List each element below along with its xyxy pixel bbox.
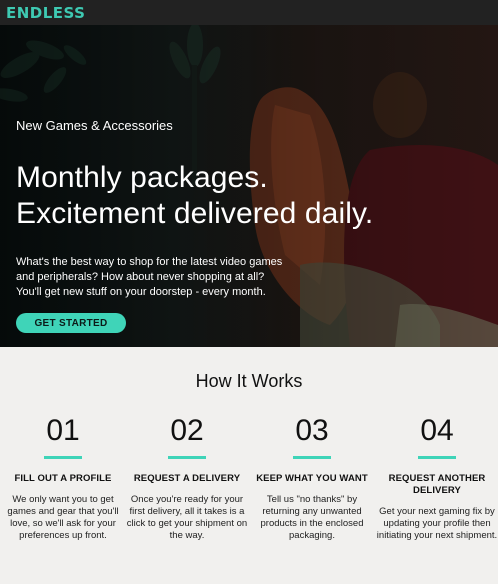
step-number: 01: [46, 414, 80, 447]
description-line-2: and peripherals? How about never shoppin…: [16, 271, 265, 283]
step-3: 03 KEEP WHAT YOU WANT Tell us "no thanks…: [251, 412, 373, 542]
how-it-works-section: How It Works 01 FILL OUT A PROFILE We on…: [0, 347, 498, 584]
get-started-button[interactable]: GET STARTED: [16, 313, 126, 333]
hero-description: What's the best way to shop for the late…: [16, 255, 316, 300]
step-description: Once you're ready for your first deliver…: [126, 494, 248, 541]
step-1: 01 FILL OUT A PROFILE We only want you t…: [2, 412, 124, 542]
hero-section: New Games & Accessories Monthly packages…: [0, 25, 498, 347]
headline-line-2: Excitement delivered daily.: [16, 197, 374, 230]
brand-logo[interactable]: ENDLESS: [6, 4, 86, 22]
step-number: 03: [295, 414, 329, 447]
step-description: Tell us "no thanks" by returning any unw…: [260, 494, 364, 541]
step-divider: [44, 456, 82, 459]
top-bar: ENDLESS: [0, 0, 498, 25]
hero-headline: Monthly packages. Excitement delivered d…: [16, 160, 373, 232]
step-title: KEEP WHAT YOU WANT: [256, 473, 368, 484]
step-divider: [418, 456, 456, 459]
step-description: Get your next gaming fix by updating you…: [376, 506, 498, 541]
step-divider: [293, 456, 331, 459]
step-title: REQUEST ANOTHER DELIVERY: [388, 473, 486, 496]
description-line-3: You'll get new stuff on your doorstep - …: [16, 286, 266, 298]
description-line-1: What's the best way to shop for the late…: [16, 256, 283, 268]
step-4: 04 REQUEST ANOTHER DELIVERY Get your nex…: [376, 412, 498, 542]
step-description: We only want you to get games and gear t…: [7, 494, 119, 541]
section-title: How It Works: [195, 371, 303, 391]
hero-eyebrow: New Games & Accessories: [16, 118, 173, 133]
step-title: FILL OUT A PROFILE: [14, 473, 112, 484]
step-2: 02 REQUEST A DELIVERY Once you're ready …: [126, 412, 248, 542]
step-number: 02: [170, 414, 204, 447]
step-number: 04: [420, 414, 454, 447]
headline-line-1: Monthly packages.: [16, 161, 268, 194]
step-title: REQUEST A DELIVERY: [133, 473, 241, 484]
step-divider: [168, 456, 206, 459]
